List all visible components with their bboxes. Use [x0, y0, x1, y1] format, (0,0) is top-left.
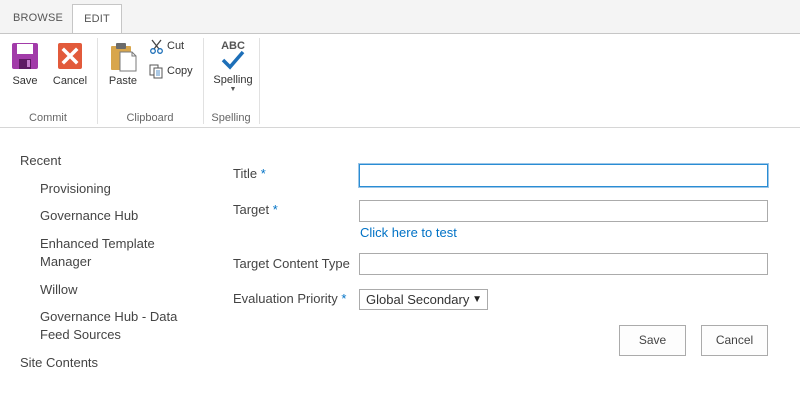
spelling-group-label: Spelling: [211, 112, 251, 124]
nav-item-provisioning[interactable]: Provisioning: [40, 180, 111, 198]
cancel-ribbon-button[interactable]: Cancel: [50, 42, 90, 87]
priority-selected-value: Global Secondary: [366, 292, 470, 307]
commit-group-label: Commit: [29, 112, 67, 124]
target-input[interactable]: [359, 200, 768, 222]
content-type-label-text: Target Content Type: [233, 256, 350, 271]
clipboard-group-label: Clipboard: [126, 112, 174, 124]
paste-icon: [111, 43, 137, 72]
save-button[interactable]: Save: [619, 325, 686, 356]
target-field-label: Target *: [233, 202, 278, 217]
nav-item-governance-hub[interactable]: Governance Hub: [40, 207, 138, 225]
spelling-icon: ABC: [210, 40, 256, 70]
spelling-ribbon-label: Spelling: [213, 74, 253, 86]
tab-browse[interactable]: BROWSE: [8, 4, 68, 33]
tab-edit[interactable]: EDIT: [72, 4, 122, 33]
nav-item-governance-hub-data-feed-sources[interactable]: Governance Hub - Data Feed Sources: [40, 308, 190, 344]
save-icon: [12, 43, 38, 69]
required-marker: *: [341, 291, 347, 306]
cut-icon: [150, 39, 163, 54]
cut-label: Cut: [167, 40, 185, 52]
group-divider: [259, 38, 260, 124]
cut-button[interactable]: Cut: [149, 38, 184, 54]
cancel-button[interactable]: Cancel: [701, 325, 768, 356]
copy-label: Copy: [167, 65, 193, 77]
cancel-icon: [58, 43, 82, 69]
target-content-type-input[interactable]: [359, 253, 768, 275]
priority-field-label: Evaluation Priority *: [233, 291, 346, 306]
target-label-text: Target: [233, 202, 270, 217]
test-target-link[interactable]: Click here to test: [360, 225, 457, 240]
copy-button[interactable]: Copy: [149, 63, 193, 79]
dropdown-arrow-icon: ▼: [472, 294, 482, 305]
content-type-field-label: Target Content Type: [233, 256, 350, 271]
save-ribbon-button[interactable]: Save: [8, 42, 42, 87]
ribbon-tabs: BROWSE EDIT: [0, 0, 800, 33]
ribbon: Save Cancel Commit Paste Cut Copy Clipbo…: [0, 33, 800, 128]
copy-icon: [149, 64, 163, 79]
cancel-ribbon-label: Cancel: [52, 75, 88, 87]
save-ribbon-label: Save: [12, 75, 38, 87]
nav-item-site-contents[interactable]: Site Contents: [20, 354, 98, 372]
spelling-ribbon-button[interactable]: ABC Spelling ▼: [210, 40, 256, 94]
nav-item-willow[interactable]: Willow: [40, 281, 78, 299]
evaluation-priority-select[interactable]: Global Secondary ▼: [359, 289, 488, 310]
title-field-label: Title *: [233, 166, 266, 181]
paste-ribbon-button[interactable]: Paste: [105, 42, 141, 87]
title-label-text: Title: [233, 166, 258, 181]
nav-item-recent[interactable]: Recent: [20, 152, 61, 170]
title-input[interactable]: [358, 163, 769, 188]
required-marker: *: [260, 166, 266, 181]
spelling-dropdown-icon[interactable]: ▼: [210, 86, 256, 94]
priority-label-text: Evaluation Priority: [233, 291, 338, 306]
paste-ribbon-label: Paste: [108, 75, 138, 87]
nav-item-enhanced-template-manager[interactable]: Enhanced Template Manager: [40, 235, 190, 271]
required-marker: *: [272, 202, 278, 217]
